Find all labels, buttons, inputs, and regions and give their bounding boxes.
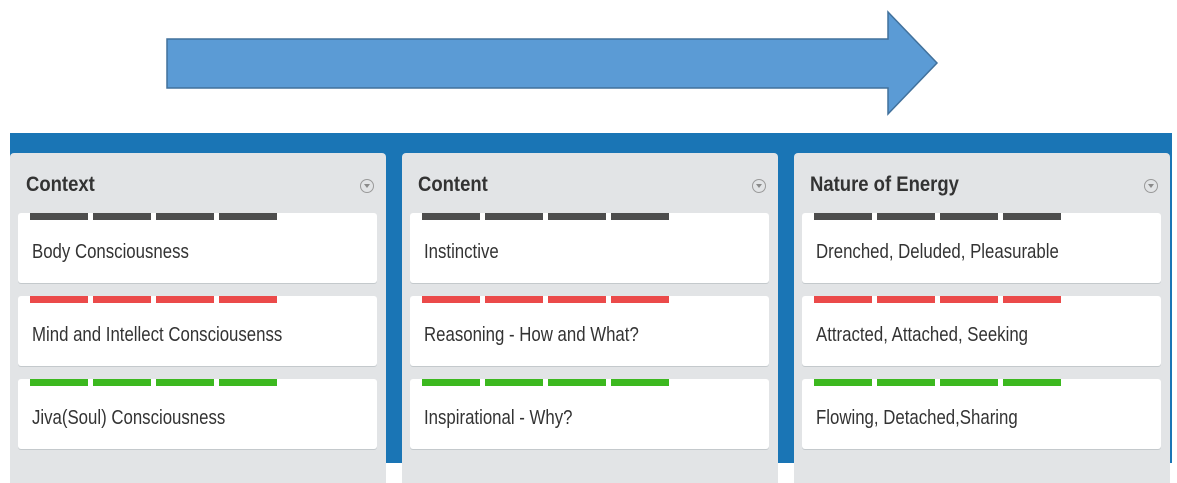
list-nature-of-energy: Nature of Energy Drenched, Deluded, Plea… [794, 153, 1170, 483]
card-label [156, 379, 214, 386]
list-content: Content Instinctive Reasoning - How and … [402, 153, 778, 483]
list-header: Content [402, 153, 778, 211]
list-header: Nature of Energy [794, 153, 1170, 211]
card-label [940, 296, 998, 303]
card-label [422, 296, 480, 303]
card-label [30, 296, 88, 303]
card-label [611, 379, 669, 386]
card-title: Instinctive [424, 241, 499, 263]
board: Context Body Consciousness Mind and Inte… [10, 133, 1172, 483]
card-label [156, 213, 214, 220]
card-label [814, 379, 872, 386]
card-label [548, 379, 606, 386]
list-menu-icon[interactable] [360, 179, 374, 193]
card[interactable]: Flowing, Detached,Sharing [802, 379, 1161, 449]
card-label [30, 213, 88, 220]
list-header: Context [10, 153, 386, 211]
card-title: Drenched, Deluded, Pleasurable [816, 241, 1059, 263]
card-label [877, 296, 935, 303]
card-title: Flowing, Detached,Sharing [816, 407, 1018, 429]
card-label [877, 213, 935, 220]
card-label [485, 296, 543, 303]
list-title[interactable]: Content [418, 173, 488, 197]
card-label [611, 213, 669, 220]
card-title: Mind and Intellect Consciousenss [32, 324, 283, 346]
card-label [30, 379, 88, 386]
card-label [485, 213, 543, 220]
card-label [1003, 296, 1061, 303]
card[interactable]: Instinctive [410, 213, 769, 283]
card-label [422, 379, 480, 386]
card[interactable]: Body Consciousness [18, 213, 377, 283]
card-title: Body Consciousness [32, 241, 189, 263]
card[interactable]: Drenched, Deluded, Pleasurable [802, 213, 1161, 283]
list-context: Context Body Consciousness Mind and Inte… [10, 153, 386, 483]
card-label [548, 213, 606, 220]
card[interactable]: Jiva(Soul) Consciousness [18, 379, 377, 449]
card-title: Jiva(Soul) Consciousness [32, 407, 226, 429]
list-title[interactable]: Nature of Energy [810, 173, 959, 197]
list-menu-icon[interactable] [1144, 179, 1158, 193]
card[interactable]: Reasoning - How and What? [410, 296, 769, 366]
right-arrow-graphic [166, 10, 939, 116]
card-label [1003, 213, 1061, 220]
card-label [156, 296, 214, 303]
card-label [877, 379, 935, 386]
card[interactable]: Attracted, Attached, Seeking [802, 296, 1161, 366]
card-title: Inspirational - Why? [424, 407, 573, 429]
card-label [93, 296, 151, 303]
card-label [814, 213, 872, 220]
card-label [219, 213, 277, 220]
card-label [1003, 379, 1061, 386]
card-label [485, 379, 543, 386]
card-label [93, 379, 151, 386]
card[interactable]: Inspirational - Why? [410, 379, 769, 449]
card-label [611, 296, 669, 303]
card-label [93, 213, 151, 220]
card-label [814, 296, 872, 303]
list-menu-icon[interactable] [752, 179, 766, 193]
card-label [940, 379, 998, 386]
list-title[interactable]: Context [26, 173, 95, 197]
card-label [548, 296, 606, 303]
card-label [940, 213, 998, 220]
card-title: Attracted, Attached, Seeking [816, 324, 1029, 346]
card[interactable]: Mind and Intellect Consciousenss [18, 296, 377, 366]
card-label [422, 213, 480, 220]
card-title: Reasoning - How and What? [424, 324, 639, 346]
card-label [219, 296, 277, 303]
card-label [219, 379, 277, 386]
